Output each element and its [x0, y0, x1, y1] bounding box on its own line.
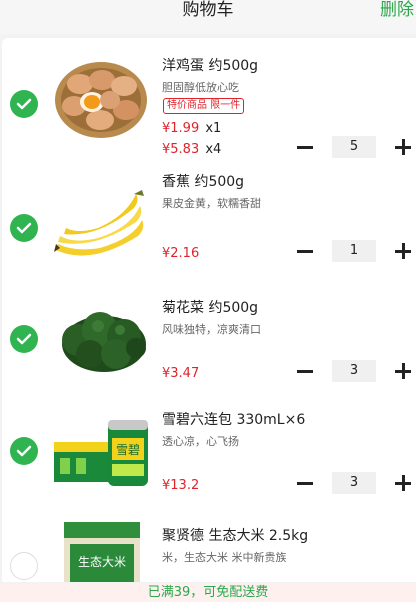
increase-button[interactable] [392, 136, 414, 158]
check-icon [16, 445, 32, 457]
item-name: 聚贤德 生态大米 2.5kg [162, 528, 309, 544]
promo-price: ¥1.99 x1 [162, 121, 221, 136]
increase-button[interactable] [392, 360, 414, 382]
item-price-value: ¥5.83 [162, 142, 200, 157]
item-desc: 米，生态大米 米中新贵族 [162, 551, 287, 564]
item-price: ¥3.47 [162, 366, 199, 381]
check-icon [16, 333, 32, 345]
item-price: ¥13.2 [162, 478, 199, 493]
item-price: ¥2.16 [162, 246, 199, 261]
item-desc: 胆固醇低放心吃 [162, 81, 239, 94]
quantity-stepper: 1 [294, 240, 416, 262]
header-bar: 购物车 删除 [0, 0, 416, 34]
decrease-button[interactable] [294, 240, 316, 262]
quantity-stepper: 5 [294, 136, 416, 158]
item-price-value: ¥2.16 [162, 246, 200, 261]
cart-list: 洋鸡蛋 约500g 胆固醇低放心吃 特价商品 限一件 ¥1.99 x1 ¥5.8… [2, 38, 416, 582]
quantity-value[interactable]: 5 [332, 136, 376, 158]
cart-item-rice: 生态大米 聚贤德 生态大米 2.5kg 米，生态大米 米中新贵族 [2, 502, 416, 582]
quantity-value[interactable]: 1 [332, 240, 376, 262]
decrease-button[interactable] [294, 360, 316, 382]
rice-bag-text: 生态大米 [78, 555, 126, 569]
free-delivery-banner: 已满39，可免配送费 [0, 584, 416, 602]
quantity-value[interactable]: 3 [332, 472, 376, 494]
item-name: 香蕉 约500g [162, 174, 245, 190]
decrease-button[interactable] [294, 136, 316, 158]
item-name: 雪碧六连包 330mL×6 [162, 412, 306, 428]
item-checkbox[interactable] [10, 325, 38, 353]
item-price: ¥5.83 x4 [162, 142, 221, 157]
banana-image [54, 190, 144, 256]
decrease-button[interactable] [294, 472, 316, 494]
item-name: 洋鸡蛋 约500g [162, 58, 259, 74]
item-checkbox[interactable] [10, 437, 38, 465]
item-desc: 果皮金黄，软糯香甜 [162, 197, 261, 210]
item-name: 菊花菜 约500g [162, 300, 259, 316]
quantity-value[interactable]: 3 [332, 360, 376, 382]
cart-item-sprite: 雪碧 雪碧六连包 330mL×6 透心凉，心飞扬 ¥13.2 3 [2, 390, 416, 502]
cart-item-banana: 香蕉 约500g 果皮金黄，软糯香甜 ¥2.16 1 [2, 166, 416, 278]
sprite-image: 雪碧 [54, 420, 148, 486]
item-checkbox[interactable] [10, 90, 38, 118]
cart-item-greens: 菊花菜 约500g 风味独特，凉爽清口 ¥3.47 3 [2, 278, 416, 390]
quantity-stepper: 3 [294, 472, 416, 494]
promo-badge: 特价商品 限一件 [163, 98, 245, 114]
check-icon [16, 98, 32, 110]
delete-button[interactable]: 删除 [380, 0, 414, 20]
item-desc: 透心凉，心飞扬 [162, 435, 239, 448]
item-checkbox[interactable] [10, 214, 38, 242]
eggs-image [55, 62, 147, 138]
promo-multiplier: x1 [205, 121, 222, 136]
check-icon [16, 222, 32, 234]
increase-button[interactable] [392, 240, 414, 262]
item-price-value: ¥3.47 [162, 366, 200, 381]
rice-image: 生态大米 [64, 522, 140, 582]
page-title: 购物车 [182, 0, 234, 20]
cart-item-eggs: 洋鸡蛋 约500g 胆固醇低放心吃 特价商品 限一件 ¥1.99 x1 ¥5.8… [2, 38, 416, 158]
promo-price-value: ¥1.99 [162, 121, 200, 136]
item-checkbox[interactable] [10, 552, 38, 580]
greens-image [62, 312, 146, 372]
quantity-stepper: 3 [294, 360, 416, 382]
item-price-value: ¥13.2 [162, 478, 200, 493]
price-multiplier: x4 [205, 142, 222, 157]
increase-button[interactable] [392, 472, 414, 494]
item-desc: 风味独特，凉爽清口 [162, 323, 261, 336]
sprite-can-text: 雪碧 [116, 443, 140, 457]
